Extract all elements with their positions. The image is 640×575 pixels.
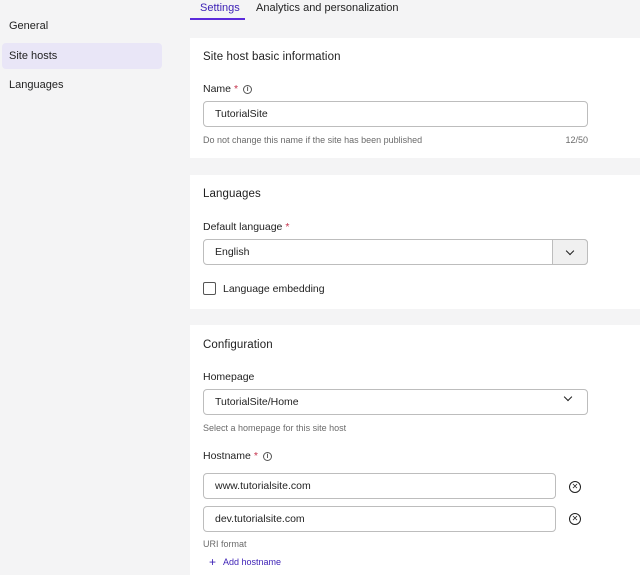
sidebar-item-general[interactable]: General [2, 13, 162, 39]
info-icon[interactable]: i [243, 84, 253, 94]
tab-label: Settings [200, 2, 240, 14]
name-counter: 12/50 [565, 135, 588, 145]
section-title: Configuration [203, 339, 273, 351]
default-language-select[interactable]: English [203, 239, 588, 265]
uri-format-hint: URI format [203, 539, 247, 549]
tab-label: Analytics and personalization [256, 2, 399, 14]
name-input-value: TutorialSite [215, 108, 268, 120]
required-mark: * [253, 450, 258, 462]
name-hint: Do not change this name if the site has … [203, 135, 423, 145]
default-language-value: English [215, 246, 250, 258]
language-embedding-checkbox[interactable] [203, 282, 216, 295]
homepage-value: TutorialSite/Home [215, 396, 299, 408]
section-title: Site host basic information [203, 51, 341, 63]
sidebar-item-site-hosts[interactable]: Site hosts [2, 43, 162, 69]
homepage-hint: Select a homepage for this site host [203, 423, 347, 433]
sidebar-item-languages[interactable]: Languages [2, 72, 162, 98]
default-language-label-text: Default language [203, 221, 283, 233]
sidebar-item-label: General [9, 20, 49, 32]
info-icon[interactable]: i [262, 451, 272, 461]
languages-card: Languages Default language * English Lan… [190, 175, 640, 309]
add-hostname-button[interactable]: + Add hostname [209, 555, 282, 569]
sidebar-item-label: Languages [9, 79, 64, 91]
hostname-value: dev.tutorialsite.com [215, 513, 305, 525]
section-title: Languages [203, 188, 261, 200]
tab-settings[interactable]: Settings [190, 0, 245, 20]
tab-bar: Settings Analytics and personalization [190, 0, 640, 20]
hostname-input[interactable]: dev.tutorialsite.com [203, 506, 556, 532]
hostname-label: Hostname * i [203, 450, 272, 462]
homepage-label-text: Homepage [203, 371, 255, 383]
remove-hostname-icon[interactable]: ✕ [569, 513, 581, 525]
required-mark: * [234, 83, 239, 95]
basic-info-card: Site host basic information Name * i Tut… [190, 38, 640, 158]
homepage-select[interactable]: TutorialSite/Home [203, 389, 588, 415]
required-mark: * [285, 221, 290, 233]
hostname-label-text: Hostname [203, 450, 251, 462]
language-embedding-label: Language embedding [223, 283, 325, 295]
tab-analytics[interactable]: Analytics and personalization [256, 0, 398, 20]
chevron-down-icon [565, 246, 575, 255]
plus-icon: + [209, 555, 217, 569]
hostname-input[interactable]: www.tutorialsite.com [203, 473, 556, 499]
default-language-label: Default language * [203, 221, 290, 233]
homepage-label: Homepage [203, 371, 254, 383]
sidebar: General Site hosts Languages [0, 0, 172, 575]
add-hostname-label: Add hostname [223, 557, 282, 567]
dropdown-button[interactable] [552, 239, 588, 265]
sidebar-item-label: Site hosts [9, 50, 58, 62]
configuration-card: Configuration Homepage TutorialSite/Home… [190, 325, 640, 575]
name-input[interactable]: TutorialSite [203, 101, 588, 127]
chevron-down-icon[interactable] [563, 392, 573, 402]
remove-hostname-icon[interactable]: ✕ [569, 481, 581, 493]
hostname-value: www.tutorialsite.com [215, 480, 311, 492]
name-label-text: Name [203, 83, 232, 95]
name-label: Name * i [203, 83, 253, 95]
